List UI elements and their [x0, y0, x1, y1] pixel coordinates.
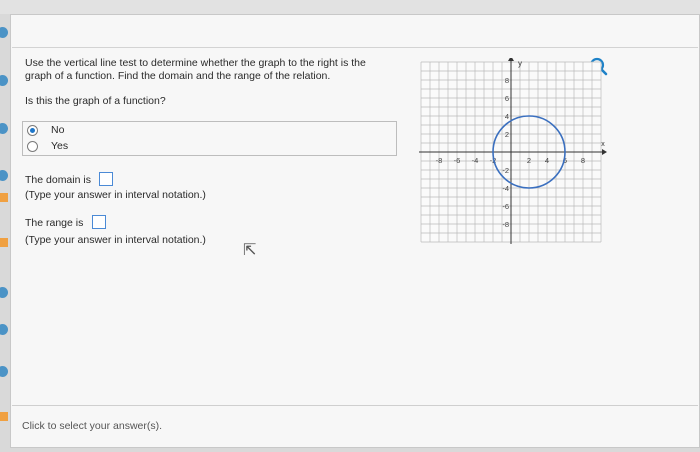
- domain-label: The domain is: [25, 174, 91, 186]
- panel-top-divider: [12, 47, 698, 48]
- question-marker-flag[interactable]: [0, 238, 8, 247]
- top-bar: [0, 0, 700, 14]
- question-marker[interactable]: [0, 287, 8, 298]
- x-tick-label: 4: [545, 156, 549, 165]
- x-axis-label: x: [601, 141, 605, 148]
- question-marker-flag[interactable]: [0, 412, 8, 421]
- question-marker-flag[interactable]: [0, 193, 8, 202]
- range-answer-input[interactable]: [92, 215, 106, 229]
- answer-choices: [22, 121, 397, 156]
- mouse-cursor-icon: ⇱: [243, 242, 257, 259]
- question-text-line1: Use the vertical line test to determine …: [25, 57, 366, 69]
- question-marker[interactable]: [0, 366, 8, 377]
- choice-label-no[interactable]: No: [51, 124, 64, 136]
- question-marker[interactable]: [0, 27, 8, 38]
- graph-svg: xy-8 -6 -4 -2 2 4 6 88642-2-4-6-8: [419, 56, 607, 244]
- question-navigation-strip: [0, 0, 8, 452]
- question-prompt: Is this the graph of a function?: [25, 95, 166, 107]
- footer-divider: [12, 405, 698, 406]
- y-axis-label: y: [518, 59, 522, 68]
- y-tick-label: 4: [505, 112, 509, 121]
- footer-instruction: Click to select your answer(s).: [22, 420, 163, 432]
- range-hint: (Type your answer in interval notation.): [25, 234, 206, 246]
- question-marker[interactable]: [0, 170, 8, 181]
- x-tick-label: -6: [454, 156, 461, 165]
- y-tick-label: 2: [505, 130, 509, 139]
- y-tick-label: -2: [502, 166, 509, 175]
- y-tick-label: 6: [505, 94, 509, 103]
- y-tick-label: -4: [502, 184, 509, 193]
- question-marker[interactable]: [0, 324, 8, 335]
- y-tick-label: 8: [505, 76, 509, 85]
- radio-yes[interactable]: [27, 141, 38, 152]
- choice-label-yes[interactable]: Yes: [51, 140, 68, 152]
- radio-no[interactable]: [27, 125, 38, 136]
- domain-hint: (Type your answer in interval notation.): [25, 189, 206, 201]
- question-text-line2: graph of a function. Find the domain and…: [25, 70, 331, 82]
- coordinate-graph: x y -8 -6 -4 -2 2 4 6 8 8 6 4 2 -2 -4 -6 -8: [413, 56, 608, 248]
- x-tick-label: 2: [527, 156, 531, 165]
- x-tick-label: -4: [472, 156, 479, 165]
- y-tick-label: -8: [502, 220, 509, 229]
- x-tick-label: -8: [436, 156, 443, 165]
- question-marker[interactable]: [0, 123, 8, 134]
- x-axis-arrow: [602, 149, 607, 155]
- y-axis-arrow: [508, 56, 514, 61]
- domain-answer-input[interactable]: [99, 172, 113, 186]
- y-tick-label: -6: [502, 202, 509, 211]
- question-marker[interactable]: [0, 75, 8, 86]
- x-tick-label: 8: [581, 156, 585, 165]
- range-label: The range is: [25, 217, 84, 229]
